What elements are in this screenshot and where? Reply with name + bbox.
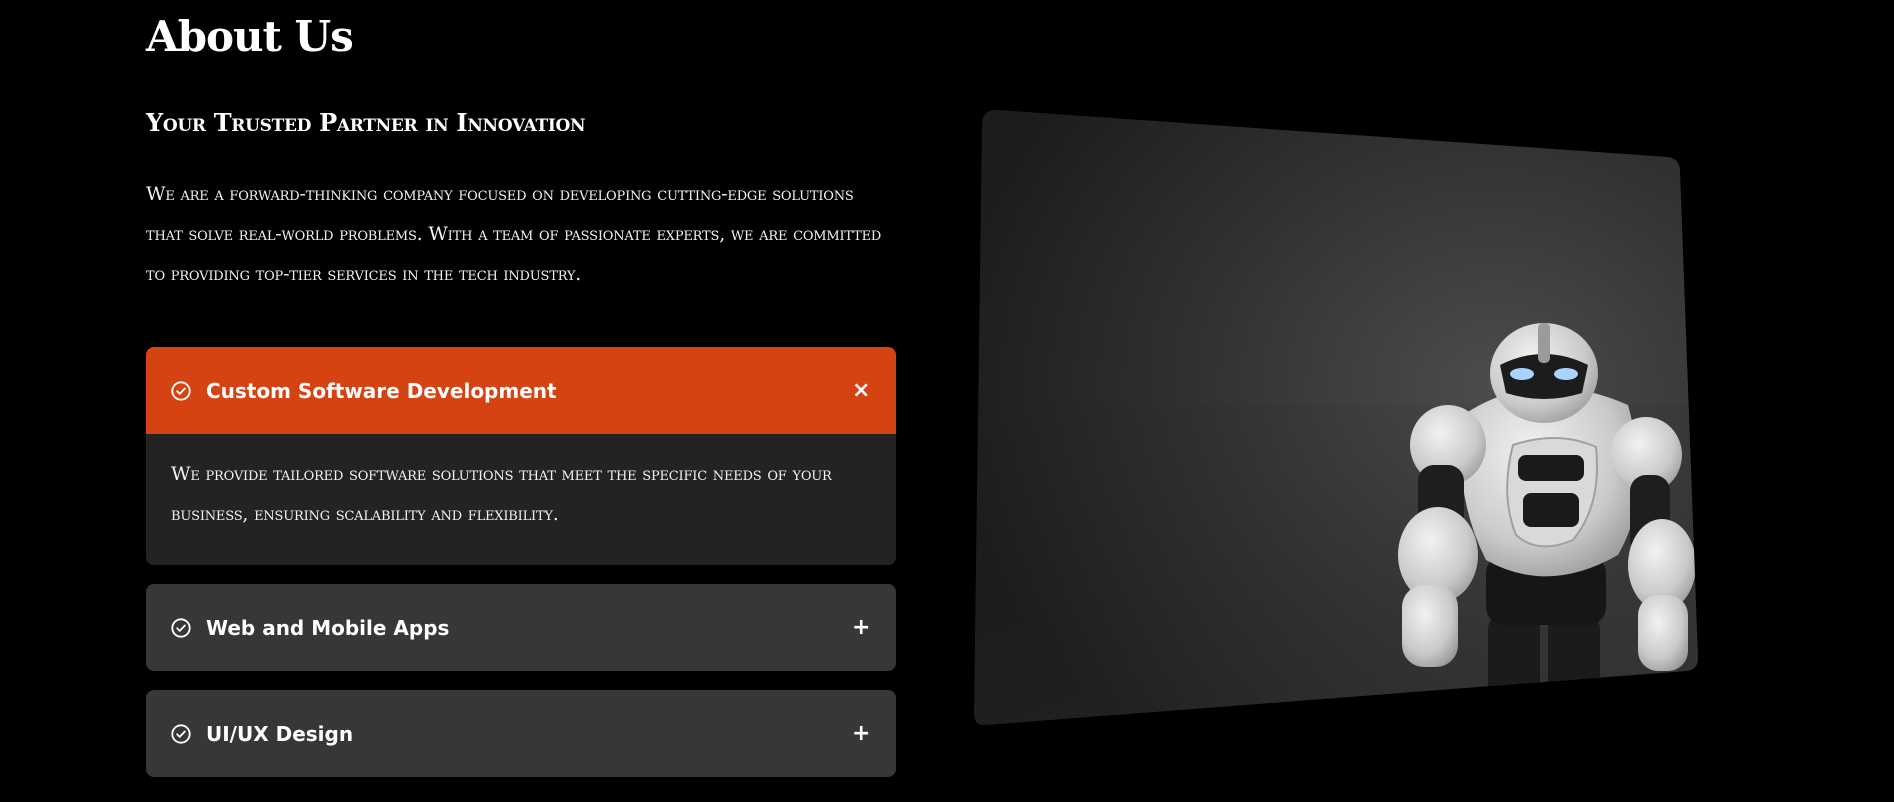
check-circle-icon	[170, 723, 192, 745]
check-circle-icon	[170, 380, 192, 402]
accordion-item-ui-ux: UI/UX Design +	[146, 690, 896, 777]
accordion-header-ui-ux[interactable]: UI/UX Design +	[146, 690, 896, 777]
accordion-header-web-mobile[interactable]: Web and Mobile Apps +	[146, 584, 896, 671]
accordion-body-text: We provide tailored software solutions t…	[171, 463, 832, 525]
check-circle-icon	[170, 617, 192, 639]
plus-icon[interactable]: +	[852, 722, 870, 745]
about-section: About Us Your Trusted Partner in Innovat…	[0, 0, 1894, 802]
services-accordion: Custom Software Development × We provide…	[146, 347, 896, 796]
accordion-title: UI/UX Design	[206, 721, 354, 746]
about-intro-text: We are a forward-thinking company focuse…	[146, 183, 882, 285]
accordion-header-custom-software[interactable]: Custom Software Development ×	[146, 347, 896, 434]
accordion-item-web-mobile: Web and Mobile Apps +	[146, 584, 896, 671]
plus-icon[interactable]: +	[852, 616, 870, 639]
about-subtitle: Your Trusted Partner in Innovation	[146, 108, 586, 137]
accordion-title: Web and Mobile Apps	[206, 615, 450, 640]
accordion-item-custom-software: Custom Software Development × We provide…	[146, 347, 896, 565]
robot-image	[968, 105, 1728, 730]
page-title: About Us	[146, 12, 354, 61]
accordion-title: Custom Software Development	[206, 378, 557, 403]
close-icon[interactable]: ×	[852, 379, 870, 402]
accordion-body-custom-software: We provide tailored software solutions t…	[146, 434, 896, 565]
